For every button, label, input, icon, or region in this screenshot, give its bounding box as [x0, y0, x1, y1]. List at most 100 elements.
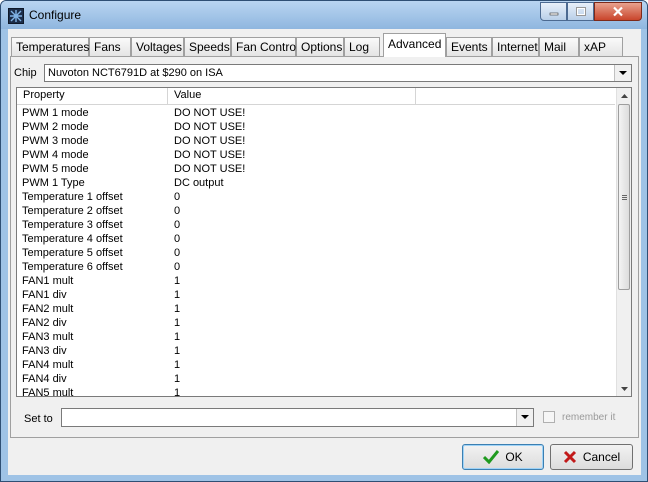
tab-temperatures[interactable]: Temperatures	[11, 37, 89, 56]
table-row[interactable]: FAN2 mult 1	[17, 302, 615, 316]
property-cell: Temperature 5 offset	[22, 247, 123, 259]
value-cell: 1	[174, 275, 181, 287]
scroll-thumb[interactable]	[618, 104, 630, 290]
tab-mail[interactable]: Mail	[539, 37, 579, 56]
table-row[interactable]: PWM 4 mode DO NOT USE!	[17, 148, 615, 162]
vertical-scrollbar[interactable]	[616, 88, 631, 396]
table-row[interactable]: FAN2 div 1	[17, 316, 615, 330]
value-cell: DO NOT USE!	[174, 107, 246, 119]
cancel-button[interactable]: Cancel	[550, 444, 633, 470]
value-cell: 1	[174, 387, 181, 397]
chevron-down-icon	[521, 415, 529, 419]
tab-xap[interactable]: xAP	[579, 37, 623, 56]
scroll-down-button[interactable]	[617, 381, 631, 396]
chip-label: Chip	[14, 67, 37, 79]
ok-button[interactable]: OK	[462, 444, 544, 470]
minimize-button[interactable]	[540, 2, 567, 21]
table-row[interactable]: FAN3 mult 1	[17, 330, 615, 344]
table-row[interactable]: FAN1 mult 1	[17, 274, 615, 288]
table-row[interactable]: FAN3 div 1	[17, 344, 615, 358]
property-cell: Temperature 1 offset	[22, 191, 123, 203]
grid-header: Property Value	[17, 88, 615, 105]
property-cell: PWM 5 mode	[22, 163, 89, 175]
value-cell: 0	[174, 261, 181, 273]
tab-speeds[interactable]: Speeds	[184, 37, 231, 56]
table-row[interactable]: PWM 2 mode DO NOT USE!	[17, 120, 615, 134]
table-row[interactable]: FAN1 div 1	[17, 288, 615, 302]
property-grid[interactable]: Property Value PWM 1 mode DO NOT USE! PWM …	[16, 87, 632, 397]
property-cell: PWM 4 mode	[22, 149, 89, 161]
property-cell: PWM 1 mode	[22, 107, 89, 119]
set-to-select[interactable]	[61, 408, 534, 427]
table-row[interactable]: PWM 3 mode DO NOT USE!	[17, 134, 615, 148]
cancel-label: Cancel	[582, 450, 621, 464]
tab-internet[interactable]: Internet	[492, 37, 539, 56]
tab-advanced[interactable]: Advanced	[383, 33, 446, 57]
grid-rows: PWM 1 mode DO NOT USE! PWM 2 mode DO NOT US…	[17, 106, 615, 397]
title-bar[interactable]: Configure	[1, 1, 647, 29]
set-to-label: Set to	[24, 413, 53, 425]
property-cell: FAN3 div	[22, 345, 67, 357]
configure-window: Configure Temperatures Fans Voltages Spe…	[0, 0, 648, 482]
cross-icon	[563, 450, 577, 464]
value-cell: DC output	[174, 177, 224, 189]
property-cell: Temperature 2 offset	[22, 205, 123, 217]
table-row[interactable]: Temperature 3 offset 0	[17, 218, 615, 232]
chevron-down-icon	[619, 70, 627, 75]
value-cell: 1	[174, 317, 181, 329]
table-row[interactable]: PWM 5 mode DO NOT USE!	[17, 162, 615, 176]
table-row[interactable]: Temperature 1 offset 0	[17, 190, 615, 204]
value-cell: DO NOT USE!	[174, 135, 246, 147]
grip-line	[622, 197, 627, 198]
minimize-icon	[549, 12, 558, 15]
ok-label: OK	[505, 450, 523, 464]
set-to-dropdown-button[interactable]	[516, 409, 533, 426]
value-cell: DO NOT USE!	[174, 121, 246, 133]
property-cell: PWM 1 Type	[22, 177, 85, 189]
tab-options[interactable]: Options	[296, 37, 344, 56]
property-cell: FAN4 mult	[22, 359, 74, 371]
close-button[interactable]	[594, 2, 642, 21]
remember-label: remember it	[562, 412, 616, 423]
tab-fan-control[interactable]: Fan Control	[231, 37, 299, 56]
tab-strip: Temperatures Fans Voltages Speeds Fan Co…	[8, 33, 641, 57]
maximize-button[interactable]	[567, 2, 594, 21]
table-row[interactable]: FAN5 mult 1	[17, 386, 615, 397]
property-cell: FAN1 div	[22, 289, 67, 301]
dialog-client-area: Temperatures Fans Voltages Speeds Fan Co…	[8, 29, 641, 475]
value-cell: DO NOT USE!	[174, 163, 246, 175]
property-cell: FAN3 mult	[22, 331, 74, 343]
scroll-up-button[interactable]	[617, 88, 631, 103]
window-title: Configure	[29, 8, 82, 22]
property-cell: FAN5 mult	[22, 387, 74, 397]
value-cell: DO NOT USE!	[174, 149, 246, 161]
table-row[interactable]: Temperature 4 offset 0	[17, 232, 615, 246]
table-row[interactable]: Temperature 6 offset 0	[17, 260, 615, 274]
tab-events[interactable]: Events	[446, 37, 492, 56]
tab-fans[interactable]: Fans	[89, 37, 131, 56]
chip-dropdown-button[interactable]	[614, 65, 631, 81]
value-cell: 0	[174, 233, 181, 245]
value-cell: 0	[174, 205, 181, 217]
table-row[interactable]: FAN4 div 1	[17, 372, 615, 386]
property-cell: Temperature 3 offset	[22, 219, 123, 231]
grip-line	[622, 195, 627, 196]
value-cell: 1	[174, 359, 181, 371]
chip-select[interactable]: Nuvoton NCT6791D at $290 on ISA	[44, 64, 632, 82]
property-cell: PWM 3 mode	[22, 135, 89, 147]
column-header-value[interactable]: Value	[168, 88, 416, 104]
chip-select-value: Nuvoton NCT6791D at $290 on ISA	[48, 67, 223, 79]
table-row[interactable]: Temperature 5 offset 0	[17, 246, 615, 260]
column-header-property[interactable]: Property	[17, 88, 168, 104]
arrow-down-icon	[621, 386, 628, 391]
table-row[interactable]: PWM 1 Type DC output	[17, 176, 615, 190]
property-cell: FAN2 mult	[22, 303, 74, 315]
remember-checkbox[interactable]	[543, 411, 555, 423]
tab-log[interactable]: Log	[344, 37, 380, 56]
value-cell: 1	[174, 373, 181, 385]
table-row[interactable]: PWM 1 mode DO NOT USE!	[17, 106, 615, 120]
property-cell: PWM 2 mode	[22, 121, 89, 133]
table-row[interactable]: FAN4 mult 1	[17, 358, 615, 372]
tab-voltages[interactable]: Voltages	[131, 37, 184, 56]
table-row[interactable]: Temperature 2 offset 0	[17, 204, 615, 218]
